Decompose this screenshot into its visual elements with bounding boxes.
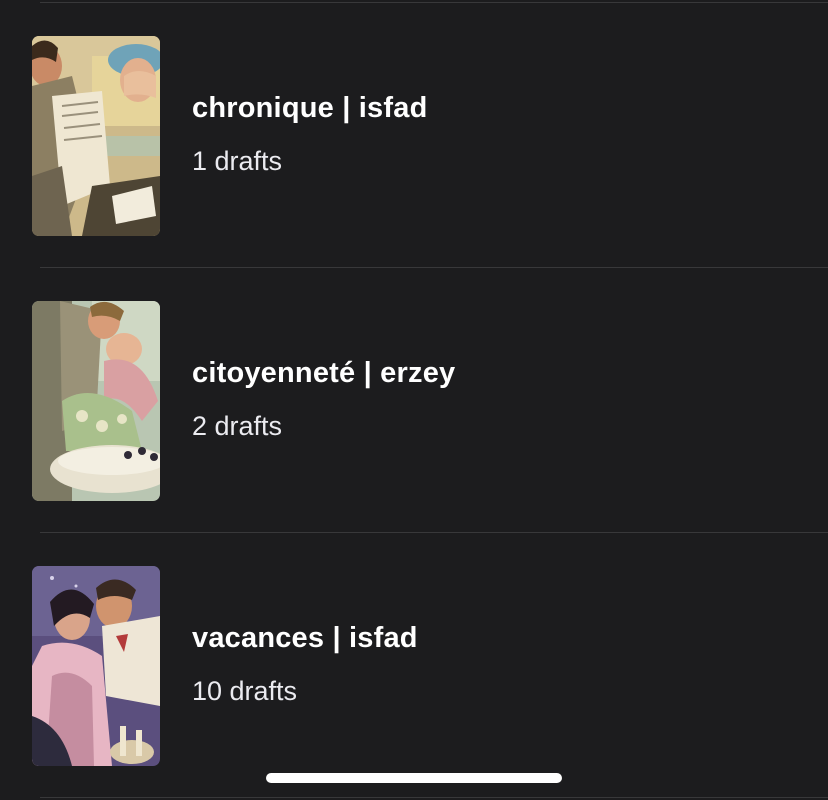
- vintage-embrace-illustration-icon: [32, 301, 160, 501]
- story-title: vacances | isfad: [192, 622, 418, 654]
- story-title: citoyenneté | erzey: [192, 357, 456, 389]
- story-draft-count: 1 drafts: [192, 146, 283, 176]
- story-cover-image: [32, 301, 160, 501]
- vintage-couple-reading-illustration-icon: [32, 36, 160, 236]
- story-title: chronique | isfad: [192, 92, 428, 124]
- story-row-2[interactable]: citoyenneté | erzey 2 drafts: [0, 265, 828, 530]
- story-cover-image: [32, 566, 160, 766]
- story-draft-count: 10 drafts: [192, 676, 298, 706]
- list-divider: [40, 797, 828, 798]
- vintage-kiss-night-illustration-icon: [32, 566, 160, 766]
- home-indicator-bar[interactable]: [266, 773, 562, 783]
- drafts-list-screen: chronique | isfad 1 drafts citoyenneté |…: [0, 0, 828, 800]
- story-cover-image: [32, 36, 160, 236]
- story-draft-count: 2 drafts: [192, 411, 283, 441]
- story-row-1[interactable]: chronique | isfad 1 drafts: [0, 0, 828, 265]
- story-row-3[interactable]: vacances | isfad 10 drafts: [0, 530, 828, 795]
